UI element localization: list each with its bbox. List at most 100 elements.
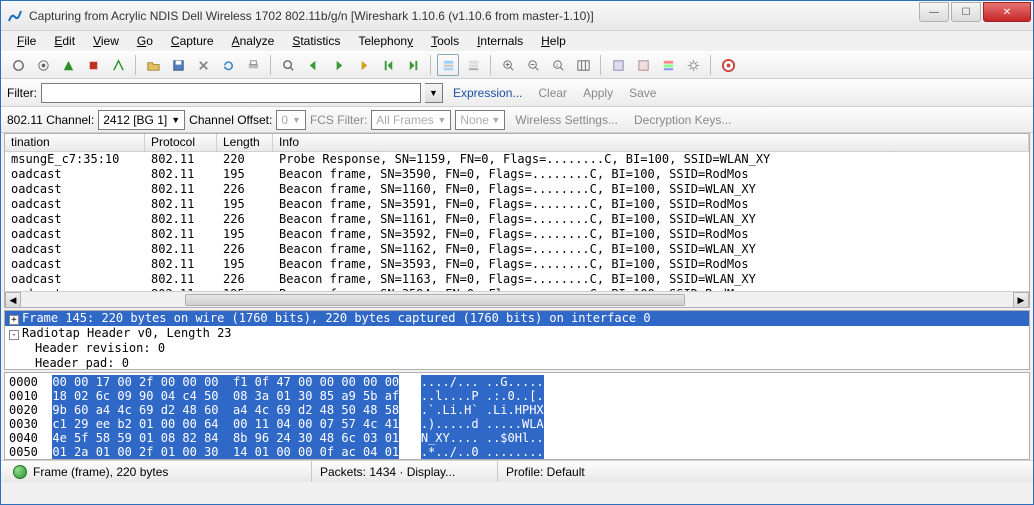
menu-telephony[interactable]: Telephony	[350, 32, 421, 50]
hex-row[interactable]: 0030 c1 29 ee b2 01 00 00 64 00 11 04 00…	[9, 417, 1025, 431]
find-icon[interactable]	[277, 54, 299, 76]
reload-icon[interactable]	[217, 54, 239, 76]
table-row[interactable]: oadcast802.11195Beacon frame, SN=3591, F…	[5, 197, 1029, 212]
table-row[interactable]: oadcast802.11195Beacon frame, SN=3590, F…	[5, 167, 1029, 182]
goto-icon[interactable]	[352, 54, 374, 76]
options-icon[interactable]	[32, 54, 54, 76]
col-protocol[interactable]: Protocol	[145, 134, 217, 151]
scroll-left-icon[interactable]: ◀	[5, 292, 21, 308]
packet-list-hscroll[interactable]: ◀ ▶	[5, 291, 1029, 307]
menubar: File Edit View Go Capture Analyze Statis…	[1, 31, 1033, 51]
col-destination[interactable]: tination	[5, 134, 145, 151]
table-row[interactable]: oadcast802.11226Beacon frame, SN=1160, F…	[5, 182, 1029, 197]
coloring-rules-icon[interactable]	[657, 54, 679, 76]
table-row[interactable]: oadcast802.11226Beacon frame, SN=1162, F…	[5, 242, 1029, 257]
filter-save-button[interactable]: Save	[623, 86, 662, 100]
go-back-icon[interactable]	[302, 54, 324, 76]
menu-statistics[interactable]: Statistics	[284, 32, 348, 50]
decryption-keys-button[interactable]: Decryption Keys...	[628, 113, 737, 127]
scroll-thumb[interactable]	[185, 294, 685, 306]
offset-combo: 0▼	[276, 110, 306, 130]
filter-dropdown[interactable]: ▼	[425, 83, 443, 103]
zoom-100-icon[interactable]: 1	[547, 54, 569, 76]
colorize-icon[interactable]	[437, 54, 459, 76]
packet-bytes[interactable]: 0000 00 00 17 00 2f 00 00 00 f1 0f 47 00…	[4, 372, 1030, 460]
detail-pad-row[interactable]: Header pad: 0	[5, 356, 1029, 370]
goto-first-icon[interactable]	[377, 54, 399, 76]
filter-apply-button[interactable]: Apply	[577, 86, 619, 100]
zoom-out-icon[interactable]	[522, 54, 544, 76]
open-icon[interactable]	[142, 54, 164, 76]
hex-row[interactable]: 0020 9b 60 a4 4c 69 d2 48 60 a4 4c 69 d2…	[9, 403, 1025, 417]
close-file-icon[interactable]	[192, 54, 214, 76]
hex-row[interactable]: 0010 18 02 6c 09 90 04 c4 50 08 3a 01 30…	[9, 389, 1025, 403]
print-icon[interactable]	[242, 54, 264, 76]
goto-last-icon[interactable]	[402, 54, 424, 76]
none-combo: None▼	[455, 110, 505, 130]
table-row[interactable]: oadcast802.11226Beacon frame, SN=1161, F…	[5, 212, 1029, 227]
capture-filters-icon[interactable]	[607, 54, 629, 76]
display-filters-icon[interactable]	[632, 54, 654, 76]
table-row[interactable]: oadcast802.11195Beacon frame, SN=3592, F…	[5, 227, 1029, 242]
channel-combo[interactable]: 2412 [BG 1]▼	[98, 110, 185, 130]
close-button[interactable]: ✕	[983, 2, 1031, 22]
interfaces-icon[interactable]	[7, 54, 29, 76]
table-row[interactable]: msungE_c7:35:10802.11220Probe Response, …	[5, 152, 1029, 167]
col-length[interactable]: Length	[217, 134, 273, 151]
table-row[interactable]: oadcast802.11195Beacon frame, SN=3593, F…	[5, 257, 1029, 272]
resize-columns-icon[interactable]	[572, 54, 594, 76]
col-info[interactable]: Info	[273, 134, 1029, 151]
hex-row[interactable]: 0000 00 00 17 00 2f 00 00 00 f1 0f 47 00…	[9, 375, 1025, 389]
menu-analyze[interactable]: Analyze	[224, 32, 283, 50]
hex-row[interactable]: 0050 01 2a 01 00 2f 01 00 30 14 01 00 00…	[9, 445, 1025, 459]
packet-list[interactable]: tination Protocol Length Info msungE_c7:…	[4, 133, 1030, 308]
offset-label: Channel Offset:	[189, 113, 272, 127]
maximize-button[interactable]: ☐	[951, 2, 981, 22]
fcs-label: FCS Filter:	[310, 113, 367, 127]
filter-input[interactable]	[41, 83, 421, 103]
detail-frame-row[interactable]: +Frame 145: 220 bytes on wire (1760 bits…	[5, 311, 1029, 326]
filter-clear-button[interactable]: Clear	[532, 86, 573, 100]
filter-expression-button[interactable]: Expression...	[447, 86, 528, 100]
status-packets[interactable]: Packets: 1434 · Display...	[311, 461, 491, 482]
save-icon[interactable]	[167, 54, 189, 76]
menu-tools[interactable]: Tools	[423, 32, 467, 50]
detail-radiotap-row[interactable]: -Radiotap Header v0, Length 23	[5, 326, 1029, 341]
table-row[interactable]: oadcast802.11226Beacon frame, SN=1163, F…	[5, 272, 1029, 287]
wireless-settings-button[interactable]: Wireless Settings...	[509, 113, 624, 127]
collapse-icon[interactable]: -	[9, 330, 19, 340]
status-frame: Frame (frame), 220 bytes	[33, 465, 168, 479]
detail-revision-row[interactable]: Header revision: 0	[5, 341, 1029, 356]
menu-capture[interactable]: Capture	[163, 32, 222, 50]
titlebar: Capturing from Acrylic NDIS Dell Wireles…	[1, 1, 1033, 31]
packet-details[interactable]: +Frame 145: 220 bytes on wire (1760 bits…	[4, 310, 1030, 370]
app-icon	[7, 8, 23, 24]
statusbar: Frame (frame), 220 bytes Packets: 1434 ·…	[1, 460, 1033, 482]
channel-label: 802.11 Channel:	[7, 113, 94, 127]
restart-icon[interactable]	[107, 54, 129, 76]
expand-icon[interactable]: +	[9, 315, 19, 325]
menu-go[interactable]: Go	[129, 32, 161, 50]
stop-icon[interactable]	[82, 54, 104, 76]
svg-text:1: 1	[555, 62, 558, 67]
preferences-icon[interactable]	[682, 54, 704, 76]
help-icon[interactable]	[717, 54, 739, 76]
menu-file[interactable]: File	[9, 32, 44, 50]
minimize-button[interactable]: —	[919, 2, 949, 22]
menu-internals[interactable]: Internals	[469, 32, 531, 50]
status-profile[interactable]: Profile: Default	[497, 461, 1029, 482]
filter-toolbar: Filter: ▼ Expression... Clear Apply Save	[1, 79, 1033, 107]
expert-info-icon[interactable]	[13, 465, 27, 479]
fcs-combo: All Frames▼	[371, 110, 451, 130]
menu-help[interactable]: Help	[533, 32, 574, 50]
menu-edit[interactable]: Edit	[46, 32, 83, 50]
packet-list-header: tination Protocol Length Info	[5, 134, 1029, 152]
start-icon[interactable]	[57, 54, 79, 76]
go-forward-icon[interactable]	[327, 54, 349, 76]
window-title: Capturing from Acrylic NDIS Dell Wireles…	[29, 9, 919, 23]
hex-row[interactable]: 0040 4e 5f 58 59 01 08 82 84 8b 96 24 30…	[9, 431, 1025, 445]
menu-view[interactable]: View	[85, 32, 127, 50]
zoom-in-icon[interactable]	[497, 54, 519, 76]
scroll-right-icon[interactable]: ▶	[1013, 292, 1029, 308]
autoscroll-icon[interactable]	[462, 54, 484, 76]
